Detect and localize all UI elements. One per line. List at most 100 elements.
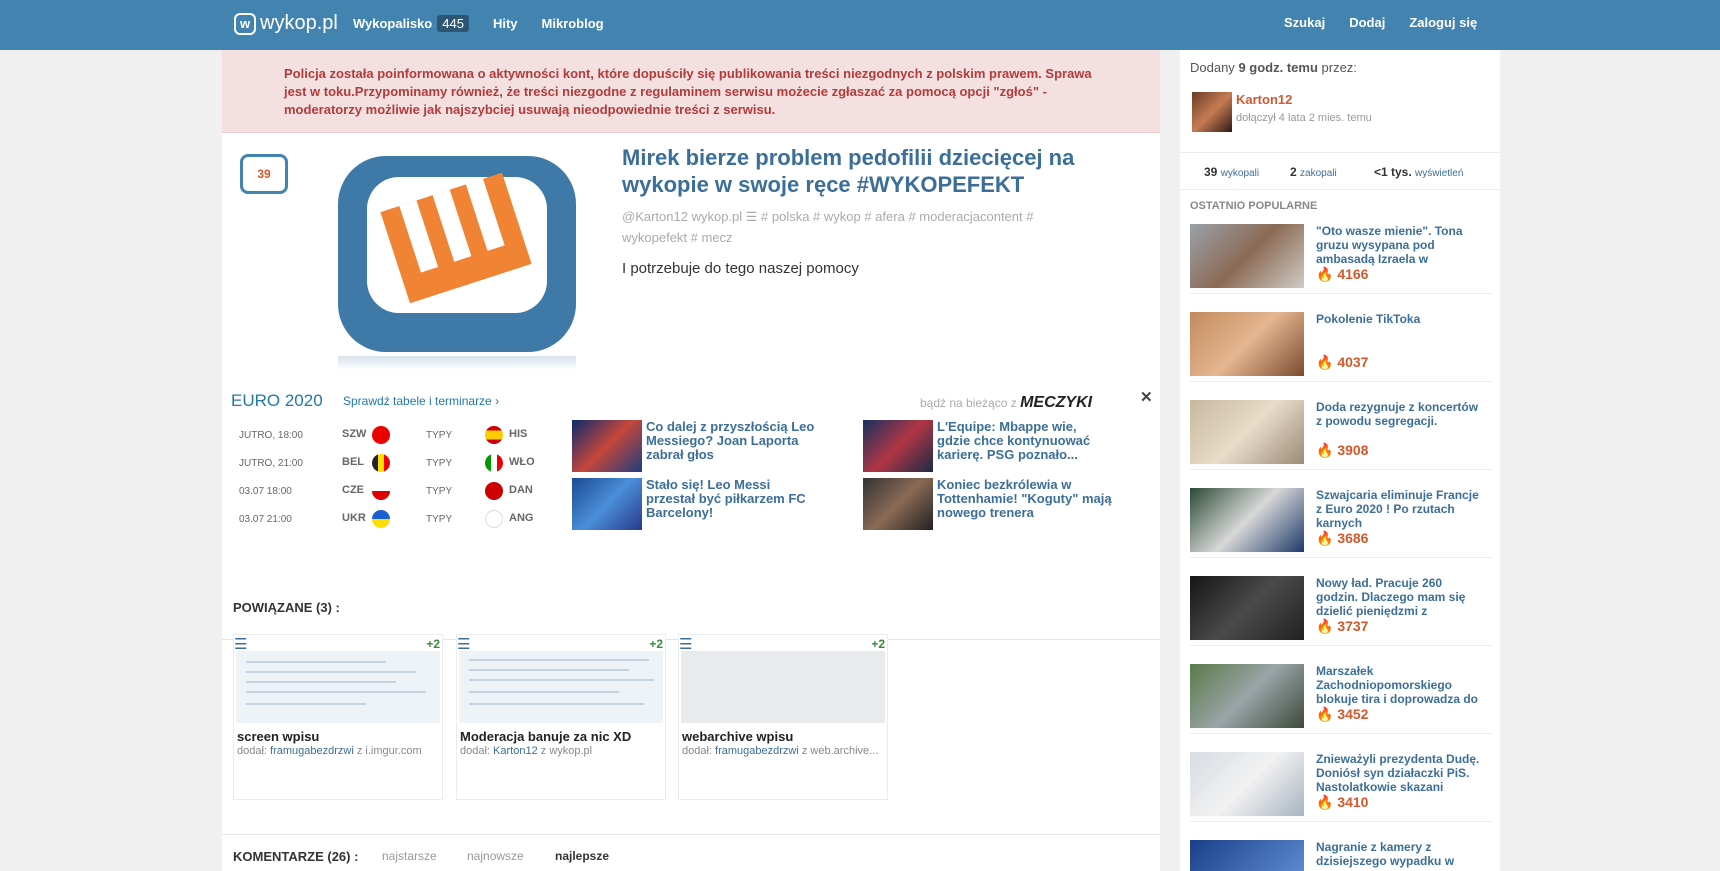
related-user-link[interactable]: Karton12 [493, 745, 538, 757]
popular-votes: 🔥 4037 [1316, 354, 1368, 371]
meczyki-banner[interactable]: bądź na bieżąco z MECZYKI [920, 394, 1092, 412]
away-team: WŁO [509, 456, 535, 468]
thumb-line [469, 679, 654, 681]
popular-title: Marszałek Zachodniopomorskiego blokuje t… [1316, 664, 1479, 706]
news-thumbnail [863, 420, 933, 472]
news-item[interactable]: Stało się! Leo Messi przestał być piłkar… [572, 478, 822, 530]
tab-newest[interactable]: najnowsze [467, 849, 524, 863]
flag-icon [372, 510, 390, 528]
match-time: 03.07 18:00 [239, 486, 292, 497]
thumb-line [246, 681, 396, 683]
popular-item[interactable]: Doda rezygnuje z koncertów z powodu segr… [1190, 390, 1492, 470]
types-link: TYPY [426, 514, 453, 525]
tables-link[interactable]: Sprawdź tabele i terminarze › [343, 394, 499, 408]
thumb-line [246, 661, 386, 663]
related-title[interactable]: screen wpisu [237, 729, 437, 744]
fire-icon: 🔥 [1316, 266, 1334, 282]
author-link[interactable]: Karton12 [1236, 92, 1292, 107]
related-title[interactable]: Moderacja banuje za nic XD [460, 729, 660, 744]
popular-thumbnail [1190, 840, 1304, 871]
related-card[interactable]: ☰ +2 screen wpisu dodał: framugabezdrzwi … [233, 634, 443, 800]
popular-item[interactable]: Znieważyli prezydenta Dudę. Doniósł syn … [1190, 742, 1492, 822]
popular-title: Pokolenie TikToka [1316, 312, 1421, 326]
news-thumbnail [572, 478, 642, 530]
types-link: TYPY [426, 430, 453, 441]
main-nav: Wykopalisko 445 Hity Mikroblog [353, 15, 604, 32]
popular-vote-count: 3737 [1337, 618, 1369, 634]
stat-label[interactable]: zakopali [1300, 168, 1337, 179]
vote-count[interactable]: +2 [426, 637, 440, 651]
vote-count[interactable]: +2 [649, 637, 663, 651]
popular-thumbnail [1190, 752, 1304, 816]
meczyki-prefix: bądź na bieżąco z [920, 396, 1017, 410]
added-by-label: dodał: [460, 745, 490, 757]
tab-best[interactable]: najlepsze [555, 849, 609, 871]
popular-item[interactable]: Marszałek Zachodniopomorskiego blokuje t… [1190, 654, 1492, 734]
types-link: TYPY [426, 486, 453, 497]
fire-icon: 🔥 [1316, 530, 1334, 546]
home-team: BEL [342, 456, 364, 468]
post-title[interactable]: Mirek bierze problem pedofilii dziecięce… [622, 144, 1104, 198]
flag-icon [485, 454, 503, 472]
post-stats: 39 wykopali 2 zakopali <1 tys. wyświetle… [1180, 152, 1500, 190]
popular-vote-count: 4166 [1337, 266, 1369, 282]
nav-wykopalisko[interactable]: Wykopalisko 445 [353, 15, 469, 32]
stat-label[interactable]: wyświetleń [1415, 168, 1463, 179]
nav-hity[interactable]: Hity [493, 15, 518, 32]
fire-icon: 🔥 [1316, 794, 1334, 810]
nav-mikroblog[interactable]: Mikroblog [542, 15, 604, 32]
close-icon[interactable]: ✕ [1140, 388, 1153, 406]
login-link[interactable]: Zaloguj się [1409, 15, 1477, 30]
news-item[interactable]: Co dalej z przyszłością Leo Messiego? Jo… [572, 420, 822, 472]
vote-count[interactable]: +2 [871, 637, 885, 651]
popular-item[interactable]: Szwajcaria eliminuje Francje z Euro 2020… [1190, 478, 1492, 558]
add-link[interactable]: Dodaj [1349, 15, 1385, 30]
post-meta-tags[interactable]: @Karton12 wykop.pl ☰ # polska # wykop # … [622, 206, 1092, 248]
fire-icon: 🔥 [1316, 706, 1334, 722]
comments-heading: KOMENTARZE (26) : [233, 849, 359, 864]
popular-votes: 🔥 3737 [1316, 618, 1368, 635]
euro-widget: EURO 2020 Sprawdź tabele i terminarze › … [222, 378, 1160, 640]
related-user-link[interactable]: framugabezdrzwi [270, 745, 354, 757]
wykop-logo[interactable]: w wykop.pl [234, 12, 338, 35]
popular-title: Doda rezygnuje z koncertów z powodu segr… [1316, 400, 1479, 428]
news-item[interactable]: Koniec bezkrólewia w Tottenhamie! "Kogut… [863, 478, 1113, 530]
related-thumbnail [236, 651, 440, 723]
related-card[interactable]: ☰ +2 Moderacja banuje za nic XD dodał: Ka… [456, 634, 666, 800]
stat-value: 2 [1290, 165, 1297, 179]
news-item[interactable]: L'Equipe: Mbappe wie, gdzie chce kontynu… [863, 420, 1113, 472]
popular-thumbnail [1190, 664, 1304, 728]
fire-icon: 🔥 [1316, 442, 1334, 458]
related-title[interactable]: webarchive wpisu [682, 729, 882, 744]
match-row[interactable]: JUTRO, 21:00 BEL TYPY WŁO [239, 452, 539, 478]
home-team: UKR [342, 512, 366, 524]
stat-label[interactable]: wykopali [1221, 168, 1259, 179]
related-user-link[interactable]: framugabezdrzwi [715, 745, 799, 757]
popular-votes: 🔥 3452 [1316, 706, 1368, 723]
match-row[interactable]: 03.07 21:00 UKR TYPY ANG [239, 508, 539, 534]
popular-item[interactable]: Pokolenie TikToka 🔥 4037 [1190, 302, 1492, 382]
nav-wykopalisko-label: Wykopalisko [353, 16, 433, 31]
related-card[interactable]: ☰ +2 webarchive wpisu dodał: framugabezdr… [678, 634, 888, 800]
vote-button[interactable]: 39 [240, 154, 288, 194]
popular-heading: OSTATNIO POPULARNE [1190, 200, 1318, 212]
tab-oldest[interactable]: najstarsze [382, 849, 437, 863]
popular-vote-count: 3410 [1337, 794, 1369, 810]
post-description: I potrzebuje do tego naszej pomocy [622, 260, 859, 277]
logo-text: wykop.pl [260, 12, 338, 34]
post-thumbnail[interactable] [338, 146, 586, 372]
popular-item[interactable]: "Oto wasze mienie". Tona gruzu wysypana … [1190, 214, 1492, 294]
popular-item[interactable]: Nagranie z kamery z dzisiejszego wypadku… [1190, 830, 1492, 871]
logo-reflection [338, 356, 576, 370]
popular-item[interactable]: Nowy ład. Pracuje 260 godzin. Dlaczego m… [1190, 566, 1492, 646]
added-by-label: dodał: [682, 745, 712, 757]
match-row[interactable]: JUTRO, 18:00 SZW TYPY HIS [239, 424, 539, 450]
search-link[interactable]: Szukaj [1284, 15, 1325, 30]
joined-info: dołączył 4 lata 2 mies. temu [1236, 112, 1372, 124]
match-row[interactable]: 03.07 18:00 CZE TYPY DAN [239, 480, 539, 506]
avatar[interactable] [1192, 92, 1232, 132]
police-alert: Policja została poinformowana o aktywnoś… [222, 50, 1160, 133]
popular-vote-count: 3686 [1337, 530, 1369, 546]
thumb-line [469, 669, 629, 671]
stat-value: <1 tys. [1374, 165, 1412, 179]
